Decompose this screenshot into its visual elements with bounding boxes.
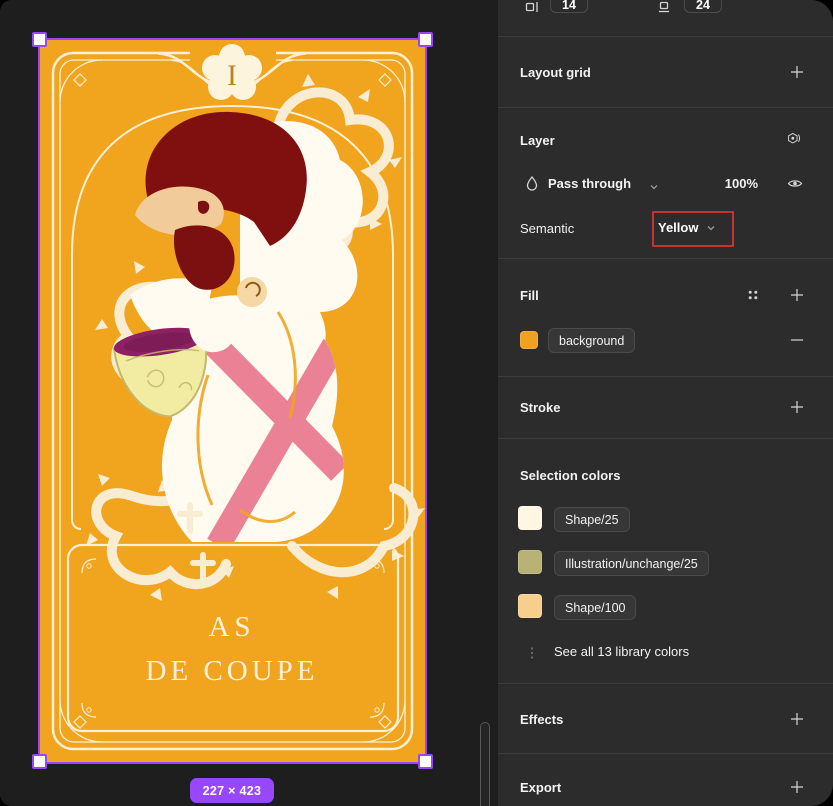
blend-droplet-icon[interactable] bbox=[524, 175, 540, 191]
layer-heading: Layer bbox=[520, 133, 555, 148]
export-heading: Export bbox=[520, 780, 561, 795]
vertical-padding-value: 24 bbox=[696, 0, 710, 12]
resize-handle-top-right[interactable] bbox=[418, 32, 433, 47]
selection-color-name: Shape/25 bbox=[565, 513, 619, 527]
tarot-card-art: I AS DE COUPE bbox=[40, 40, 425, 762]
resize-handle-top-left[interactable] bbox=[32, 32, 47, 47]
selection-color-swatch[interactable] bbox=[518, 506, 542, 530]
horizontal-padding-input[interactable]: 14 bbox=[550, 0, 588, 13]
fill-heading: Fill bbox=[520, 288, 539, 303]
blend-mode-value: Pass through bbox=[548, 176, 631, 191]
selection-color-chip[interactable]: Shape/100 bbox=[554, 595, 636, 620]
four-dot-styles-icon[interactable] bbox=[745, 287, 761, 303]
layout-grid-heading: Layout grid bbox=[520, 65, 591, 80]
see-all-library-colors-link[interactable]: See all 13 library colors bbox=[554, 644, 689, 659]
selection-colors-heading: Selection colors bbox=[520, 468, 620, 483]
tarot-card-frame[interactable]: I AS DE COUPE bbox=[40, 40, 425, 762]
dots-vertical-icon bbox=[524, 645, 540, 661]
chevron-down-icon bbox=[646, 179, 662, 195]
fill-variable-chip[interactable]: background bbox=[548, 328, 635, 353]
semantic-highlight-annotation bbox=[652, 211, 734, 247]
layer-styles-icon[interactable] bbox=[786, 131, 802, 147]
selection-color-chip[interactable]: Illustration/unchange/25 bbox=[554, 551, 709, 576]
layer-opacity-value: 100% bbox=[725, 176, 758, 191]
vertical-padding-icon bbox=[656, 0, 672, 15]
card-title-line2: DE COUPE bbox=[146, 655, 319, 687]
figma-window: I AS DE COUPE 227 × 4 bbox=[0, 0, 833, 806]
canvas[interactable]: I AS DE COUPE 227 × 4 bbox=[0, 0, 498, 806]
semantic-label: Semantic bbox=[520, 221, 574, 236]
fill-color-swatch[interactable] bbox=[520, 331, 538, 349]
remove-fill-button[interactable] bbox=[789, 332, 805, 348]
fill-variable-name: background bbox=[559, 334, 624, 348]
card-title-line1: AS bbox=[208, 611, 255, 643]
add-fill-button[interactable] bbox=[789, 287, 805, 303]
resize-handle-bottom-left[interactable] bbox=[32, 754, 47, 769]
horizontal-padding-value: 14 bbox=[562, 0, 576, 12]
horizontal-padding-icon bbox=[524, 0, 540, 15]
vertical-padding-input[interactable]: 24 bbox=[684, 0, 722, 13]
selection-color-name: Illustration/unchange/25 bbox=[565, 557, 698, 571]
add-effect-button[interactable] bbox=[789, 711, 805, 727]
selection-size-badge: 227 × 423 bbox=[190, 778, 274, 803]
selection-color-swatch[interactable] bbox=[518, 594, 542, 618]
add-layout-grid-button[interactable] bbox=[789, 64, 805, 80]
selection-color-chip[interactable]: Shape/25 bbox=[554, 507, 630, 532]
add-export-button[interactable] bbox=[789, 779, 805, 795]
canvas-scrollbar[interactable] bbox=[480, 722, 490, 806]
selection-color-swatch[interactable] bbox=[518, 550, 542, 574]
eye-icon[interactable] bbox=[787, 175, 803, 191]
resize-handle-bottom-right[interactable] bbox=[418, 754, 433, 769]
stroke-heading: Stroke bbox=[520, 400, 560, 415]
properties-panel: 14 24 Layout grid Layer bbox=[498, 0, 833, 806]
layer-opacity-input[interactable]: 100% bbox=[698, 176, 758, 191]
selection-color-name: Shape/100 bbox=[565, 601, 625, 615]
card-numeral: I bbox=[227, 59, 237, 92]
blend-mode-dropdown[interactable]: Pass through bbox=[548, 176, 631, 191]
effects-heading: Effects bbox=[520, 712, 563, 727]
add-stroke-button[interactable] bbox=[789, 399, 805, 415]
